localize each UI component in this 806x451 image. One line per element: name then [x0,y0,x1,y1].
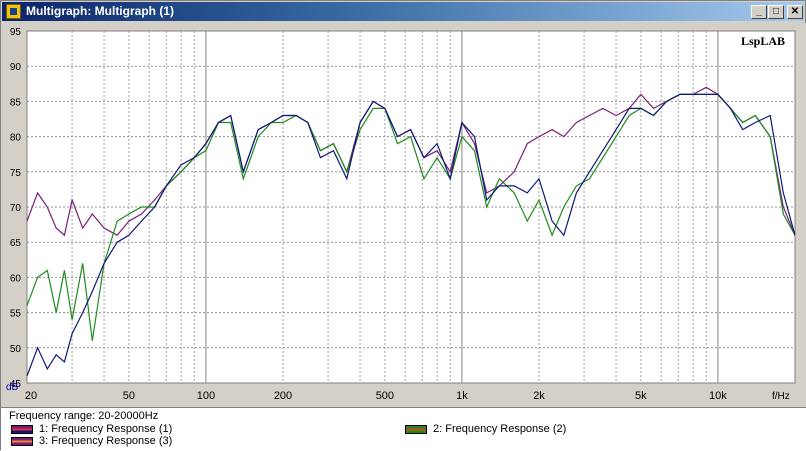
x-tick-label: 20 [25,390,37,402]
window-title: Multigraph: Multigraph (1) [26,4,174,18]
frequency-response-chart[interactable]: 9590858075706560555045 20 50 100 200 500 1k 2k… [1,23,806,407]
app-icon[interactable] [6,4,21,19]
x-tick-label: 5k [635,390,647,402]
x-tick-label: 2k [533,390,545,402]
legend-entry-2[interactable]: 2: Frequency Response (2) [405,423,566,435]
frequency-range-label: Frequency range: 20-20000Hz [9,410,159,422]
legend-entry-3[interactable]: 3: Frequency Response (3) [11,435,172,447]
maximize-button[interactable]: □ [768,5,784,19]
x-tick-label: 1k [456,390,468,402]
y-tick-label: 65 [10,238,22,249]
legend-label-3: 3: Frequency Response (3) [39,435,173,447]
x-tick-label: 100 [197,390,215,402]
y-tick-label: 95 [10,27,22,38]
legend-label-1: 1: Frequency Response (1) [39,423,173,435]
y-tick-label: 75 [10,168,22,179]
title-bar[interactable]: Multigraph: Multigraph (1) _ □ ✕ [2,2,804,21]
y-unit-label: dB [6,382,19,393]
y-tick-label: 60 [10,273,22,284]
x-tick-label: 200 [274,390,292,402]
y-tick-label: 90 [10,62,22,73]
lsplab-watermark: LspLAB [741,34,785,48]
legend-label-2: 2: Frequency Response (2) [433,423,567,435]
legend-panel: Frequency range: 20-20000Hz 1: Frequency… [1,407,806,451]
y-tick-label: 85 [10,97,22,108]
legend-swatch-2 [405,424,427,434]
x-tick-label: 500 [376,390,394,402]
x-tick-label: 10k [709,390,727,402]
graph-panel[interactable]: 95 90 85 80 75 70 65 60 55 50 45 20 50 100 200 500 1k 2k… [1,23,806,407]
x-unit-label: f/Hz [772,391,790,402]
minimize-button[interactable]: _ [751,5,767,19]
y-tick-label: 55 [10,309,22,320]
x-tick-label: 50 [123,390,135,402]
legend-entry-1[interactable]: 1: Frequency Response (1) [11,423,172,435]
legend-swatch-1 [11,424,33,434]
multigraph-window: Multigraph: Multigraph (1) _ □ ✕ 95 90 85 8… [0,0,806,451]
legend-swatch-3 [11,436,33,446]
close-button[interactable]: ✕ [787,5,803,19]
y-tick-label: 70 [10,203,22,214]
y-tick-label: 80 [10,133,22,144]
y-tick-label: 50 [10,344,22,355]
